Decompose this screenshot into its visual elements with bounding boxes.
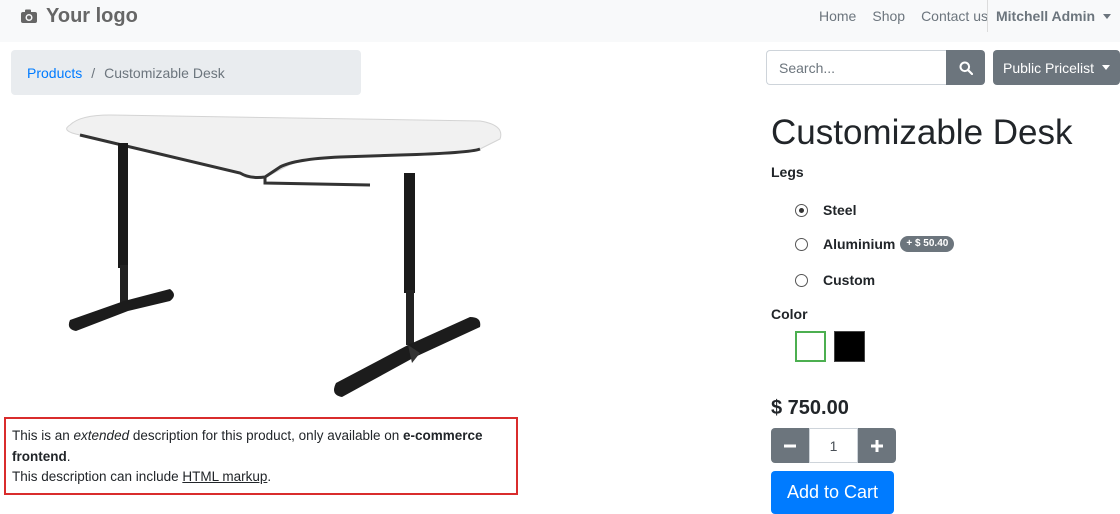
product-image [66, 114, 502, 397]
pricelist-dropdown[interactable]: Public Pricelist [993, 50, 1120, 85]
description-text: . [267, 469, 272, 484]
minus-icon [784, 444, 796, 447]
chevron-down-icon [1102, 65, 1111, 70]
option-label: Custom [823, 272, 876, 288]
breadcrumb: Products / Customizable Desk [11, 50, 361, 95]
search-button[interactable] [946, 50, 985, 85]
legs-option-steel[interactable]: Steel [795, 200, 856, 220]
user-name: Mitchell Admin [996, 8, 1096, 24]
description-emphasis: extended [73, 428, 130, 443]
nav-shop[interactable]: Shop [872, 8, 905, 24]
nav-home[interactable]: Home [819, 8, 856, 24]
radio-button[interactable] [795, 237, 808, 251]
description-line-2: This description can include HTML markup… [12, 467, 510, 488]
description-text: description for this product, only avail… [129, 428, 403, 443]
color-swatch-black[interactable] [834, 331, 865, 362]
camera-icon [21, 9, 37, 23]
radio-button[interactable] [795, 203, 808, 217]
price-extra-badge: + $ 50.40 [900, 236, 955, 252]
breadcrumb-separator: / [91, 64, 96, 81]
user-menu[interactable]: Mitchell Admin [996, 0, 1112, 32]
breadcrumb-products-link[interactable]: Products [27, 65, 82, 81]
top-navbar: Your logo Home Shop Contact us Mitchell … [0, 0, 1120, 42]
color-label: Color [771, 306, 808, 322]
nav-contact-us[interactable]: Contact us [921, 8, 988, 24]
main-nav: Home Shop Contact us [803, 0, 988, 32]
html-markup-link[interactable]: HTML markup [182, 469, 267, 484]
option-label: Steel [823, 202, 857, 218]
breadcrumb-current: Customizable Desk [104, 64, 225, 81]
product-title: Customizable Desk [771, 113, 1073, 152]
option-label: Aluminium [823, 236, 896, 252]
plus-icon [871, 439, 883, 452]
search-input[interactable] [766, 50, 947, 85]
site-logo[interactable]: Your logo [20, 2, 138, 30]
legs-option-aluminium[interactable]: Aluminium + $ 50.40 [795, 234, 955, 254]
color-swatch-white[interactable] [795, 331, 826, 362]
description-text: This is an [12, 428, 74, 443]
pricelist-label: Public Pricelist [1002, 59, 1095, 76]
product-price: $ 750.00 [771, 397, 849, 419]
quantity-increase-button[interactable] [858, 428, 896, 463]
chevron-down-icon [1103, 13, 1112, 19]
radio-button[interactable] [795, 273, 808, 287]
logo-text: Your logo [46, 4, 138, 27]
quantity-input[interactable] [809, 428, 858, 463]
legs-option-custom[interactable]: Custom [795, 270, 875, 290]
quantity-decrease-button[interactable] [771, 428, 809, 463]
add-to-cart-button[interactable]: Add to Cart [771, 471, 894, 514]
search-icon [959, 61, 973, 75]
legs-label: Legs [771, 164, 804, 180]
nav-divider [987, 0, 988, 32]
description-text: This description can include [12, 469, 183, 484]
extended-description: This is an extended description for this… [4, 417, 518, 495]
description-text: . [66, 448, 71, 464]
description-line-1: This is an extended description for this… [12, 426, 510, 467]
